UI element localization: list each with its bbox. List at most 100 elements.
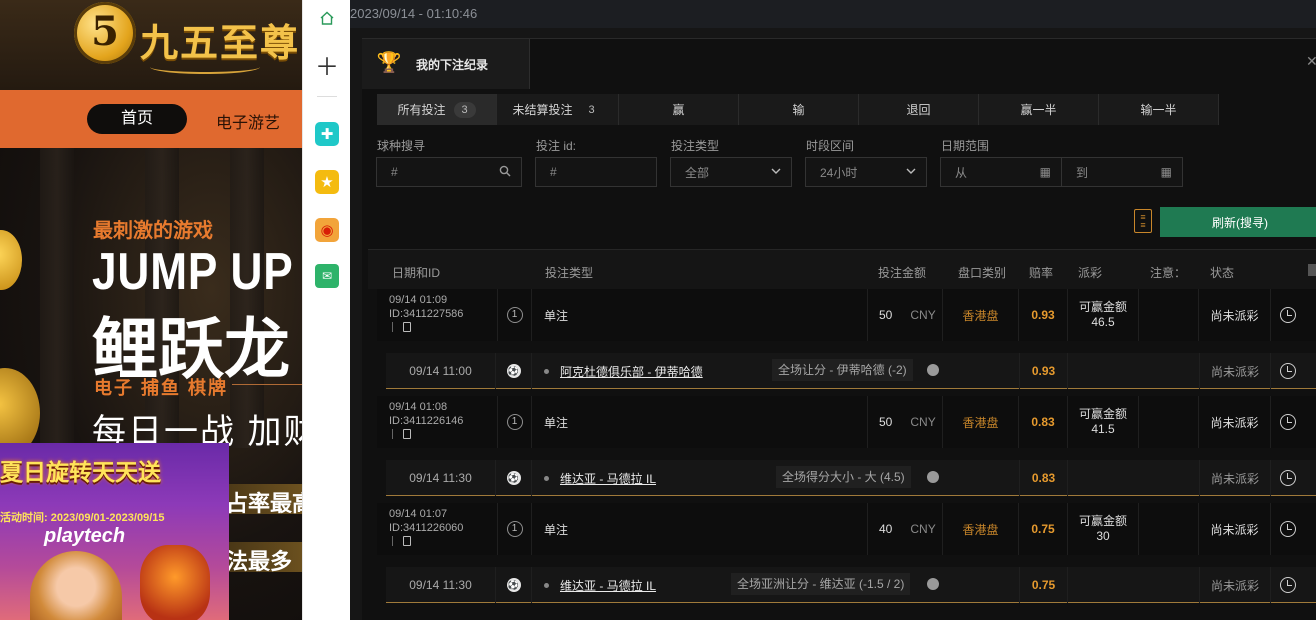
bet-date-cell: 09/14 01:07 ID:3411226060 (377, 503, 498, 555)
bet-date: 09/14 01:07 ID:3411226060 (389, 508, 464, 534)
selection-status-cell: 尚未派彩 (1199, 353, 1271, 389)
clock-icon[interactable] (1280, 521, 1296, 537)
chevron-down-icon (771, 165, 781, 179)
selection-odds-cell: 0.83 (1019, 460, 1068, 496)
period-label: 时段区间 (806, 139, 855, 153)
bullet-dot (544, 369, 549, 374)
tab-won[interactable]: 赢 (619, 94, 739, 125)
col-market: 盘口类别 (958, 266, 1007, 280)
tab-refunded[interactable]: 退回 (859, 94, 979, 125)
clock-icon[interactable] (1280, 470, 1296, 486)
input-placeholder: 到 (1076, 165, 1089, 180)
bet-status: 尚未派彩 (1210, 522, 1259, 537)
tab-half-won[interactable]: 赢一半 (979, 94, 1099, 125)
currency: CNY (910, 308, 936, 322)
copy-icon[interactable] (403, 322, 411, 332)
weibo-icon[interactable]: ◉ (315, 218, 339, 242)
col-status: 状态 (1210, 266, 1235, 280)
bet-status: 尚未派彩 (1210, 308, 1259, 323)
selection-status: 尚未派彩 (1210, 471, 1259, 486)
bet-record-panel: 🏆 我的下注纪录 ✕ 所有投注 3 未结算投注 3 赢 输 退回 赢一半 输一半 (362, 38, 1316, 620)
tab-all-bets[interactable]: 所有投注 3 (377, 94, 497, 125)
calendar-icon: ▦ (1160, 165, 1172, 179)
date-from-input[interactable]: 从 ▦ (940, 157, 1062, 187)
bet-id-input[interactable]: # (535, 157, 657, 187)
selection-odds-cell: 0.93 (1019, 353, 1068, 389)
hero-categories: 电子 捕鱼 棋牌 (94, 378, 229, 398)
info-icon[interactable] (927, 471, 939, 483)
bet-type: 单注 (544, 415, 569, 430)
nav-games-link[interactable]: 电子游艺 (216, 109, 280, 133)
bet-type-cell: 单注 (532, 289, 868, 341)
selection-date-cell: 09/14 11:30 (386, 567, 496, 603)
clock-icon[interactable] (1280, 414, 1296, 430)
top-bar: 2023/09/14 - 01:10:46 (350, 0, 1316, 28)
bet-count-cell: 1 (498, 289, 532, 341)
selection-pick: 全场亚洲让分 - 维达亚 (-1.5 / 2) (731, 573, 911, 595)
plus-app-icon[interactable]: ✚ (315, 122, 339, 146)
bullet-dot (544, 476, 549, 481)
info-icon[interactable] (927, 578, 939, 590)
clock-icon[interactable] (1280, 363, 1296, 379)
col-odds: 赔率 (1029, 266, 1054, 280)
bet-row: 09/14 01:09 ID:3411227586 1 单注 50 CNY 香港盘 (377, 289, 1316, 341)
info-icon[interactable] (927, 364, 939, 376)
period-select[interactable]: 24小时 (805, 157, 927, 187)
market-cell: 香港盘 (943, 503, 1019, 555)
selection-date-cell: 09/14 11:00 (386, 353, 496, 389)
payout-cell: 可赢金额 46.5 (1068, 289, 1139, 341)
nav-home-link[interactable]: 首页 (87, 104, 187, 134)
tab-unsettled-bets[interactable]: 未结算投注 3 (497, 94, 619, 125)
copy-icon[interactable] (403, 536, 411, 546)
sport-search-input[interactable]: # (376, 157, 522, 187)
clock-icon[interactable] (1280, 577, 1296, 593)
input-placeholder: 从 (955, 165, 968, 180)
tab-lost[interactable]: 输 (739, 94, 859, 125)
date-to-input[interactable]: 到 ▦ (1061, 157, 1183, 187)
bet-type-select[interactable]: 全部 (670, 157, 792, 187)
odds-value: 0.75 (1031, 522, 1055, 536)
history-cell (1271, 503, 1305, 555)
match-name-link[interactable]: 维达亚 - 马德拉 IL (560, 470, 656, 487)
selection-history-cell (1271, 353, 1305, 389)
bullet-dot (544, 583, 549, 588)
logo-text: 九五至尊 (140, 20, 301, 65)
sport-search-label: 球种搜寻 (377, 139, 426, 153)
sport-cell: ⚽ (496, 353, 532, 389)
tab-label: 退回 (906, 103, 931, 117)
stake-amount: 50 (879, 308, 893, 322)
logo-badge: 5 (74, 2, 136, 64)
column-settings-icon[interactable] (1308, 264, 1316, 276)
star-icon[interactable]: ★ (315, 170, 339, 194)
refresh-search-button[interactable]: 刷新(搜寻) (1160, 207, 1316, 237)
tab-half-lost[interactable]: 输一半 (1099, 94, 1219, 125)
promo-banner[interactable]: 夏日旋转天天送 活动时间: 2023/09/01-2023/09/15 play… (0, 443, 229, 620)
selection-date: 09/14 11:30 (409, 578, 472, 592)
copy-icon[interactable] (403, 429, 411, 439)
select-value: 全部 (685, 165, 710, 180)
match-name-link[interactable]: 维达亚 - 马德拉 IL (560, 577, 656, 594)
bet-history-app: 2023/09/14 - 01:10:46 🏆 我的下注纪录 ✕ 所有投注 3 … (350, 0, 1316, 620)
match-name-link[interactable]: 阿克杜德俱乐部 - 伊蒂哈德 (560, 363, 703, 380)
sport-cell: ⚽ (496, 567, 532, 603)
bet-type-cell: 单注 (532, 503, 868, 555)
home-icon[interactable] (315, 6, 339, 30)
screen: 5 九五至尊 首页 电子游艺 最刺激的游戏 JUMP UP 鲤跃龙 电子 捕鱼 … (0, 0, 1316, 620)
col-stake: 投注金额 (878, 266, 927, 280)
bet-row: 09/14 01:07 ID:3411226060 1 单注 40 CNY 香港盘 (377, 503, 1316, 555)
mail-icon[interactable]: ✉ (315, 264, 339, 288)
close-icon[interactable]: ✕ (1306, 53, 1316, 71)
selection-odds: 0.75 (1031, 578, 1056, 592)
calendar-icon: ▦ (1039, 165, 1051, 179)
clipboard-list-icon[interactable]: ≡ ≡ (1134, 209, 1152, 233)
logo-flourish (150, 60, 260, 74)
selection-count-badge: 1 (506, 307, 523, 323)
bet-filter-tabs: 所有投注 3 未结算投注 3 赢 输 退回 赢一半 输一半 (377, 94, 1316, 125)
currency: CNY (910, 415, 936, 429)
col-note: 注意： (1150, 266, 1187, 280)
tab-label: 未结算投注 (512, 103, 573, 117)
clock-icon[interactable] (1280, 307, 1296, 323)
hero-tagline: 最刺激的游戏 (93, 220, 213, 242)
market-cell: 香港盘 (943, 289, 1019, 341)
add-icon[interactable]: ＋ (315, 52, 339, 81)
